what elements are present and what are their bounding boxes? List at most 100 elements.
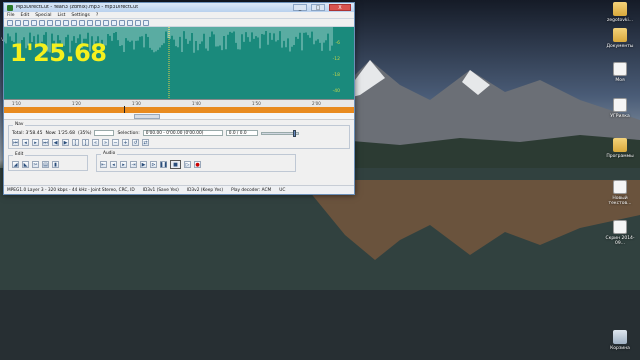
- menu-help[interactable]: ?: [96, 13, 98, 18]
- folder-icon: [613, 2, 627, 16]
- play-begin-button[interactable]: ⇤: [100, 161, 107, 168]
- forward-button[interactable]: ▸: [32, 139, 39, 146]
- go-end-button[interactable]: ⏭: [42, 139, 49, 146]
- title-bar[interactable]: Mp3DirectCut - Yeah3 (zdmix).mp3 - mp3Di…: [4, 3, 354, 12]
- cue-icon[interactable]: [55, 19, 61, 26]
- uc-status: UC: [279, 187, 286, 193]
- menu-edit[interactable]: Edit: [21, 13, 30, 18]
- loop-button[interactable]: ↺: [132, 139, 139, 146]
- fade-in-icon[interactable]: [71, 19, 77, 26]
- menu-list[interactable]: List: [57, 13, 65, 18]
- play-end-button[interactable]: ⇥: [130, 161, 137, 168]
- audio-group: Audio ⇤ ◂ ▸ ⇥ ▶ ⊳ ❚❚ ■ ▷ ●: [96, 151, 296, 172]
- format-info: MPEG1.0 Layer 3 - 320 kbps - 44 kHz - Jo…: [7, 187, 135, 193]
- go-start-button[interactable]: ⏮: [12, 139, 19, 146]
- back-button[interactable]: ◂: [22, 139, 29, 146]
- ruler-tick-label: 2'00: [312, 101, 321, 106]
- paste-icon[interactable]: [39, 19, 45, 26]
- volume-icon[interactable]: [135, 19, 141, 26]
- play-button[interactable]: ▷: [184, 161, 191, 168]
- zoom-in-icon[interactable]: [87, 19, 93, 26]
- select-icon[interactable]: [127, 19, 133, 26]
- id3v2-status: ID3v2 (Keep Yes): [186, 187, 224, 193]
- selection-ratio-field[interactable]: 0.0 / 0.0: [225, 130, 258, 136]
- menu-special[interactable]: Special: [35, 13, 51, 18]
- desktop-icon-screenshot[interactable]: Скрин 2014-09...: [602, 220, 638, 246]
- undo-icon[interactable]: [47, 19, 53, 26]
- decoder-status: Play decoder: ACM: [231, 187, 272, 193]
- sync-button[interactable]: ⇄: [142, 139, 149, 146]
- control-panel: Nav Total: 3'58.45 Now: 1'25.68 (35%) Se…: [4, 120, 354, 174]
- waveform-view[interactable]: 1'25.68 -6 -12 -18 -40: [4, 27, 354, 99]
- folder-icon: [613, 28, 627, 42]
- image-file-icon: [613, 220, 627, 234]
- nav-input[interactable]: [94, 130, 115, 136]
- maximize-button[interactable]: □: [311, 4, 325, 11]
- menu-bar: File Edit Special List Settings ?: [4, 12, 354, 19]
- ruler-tick-label: 1'50: [252, 101, 261, 106]
- desktop-icon-my[interactable]: Моя: [602, 62, 638, 83]
- jump-end-button[interactable]: »: [102, 139, 109, 146]
- nav-slider[interactable]: [260, 129, 299, 137]
- ruler-tick-label: 1'30: [132, 101, 141, 106]
- position-percent: (35%): [77, 130, 92, 136]
- horizontal-scrollbar[interactable]: [4, 113, 354, 120]
- nav-group: Nav Total: 3'58.45 Now: 1'25.68 (35%) Se…: [8, 122, 350, 149]
- normalize-icon[interactable]: [63, 19, 69, 26]
- window-title: Mp3DirectCut - Yeah3 (zdmix).mp3 - mp3Di…: [16, 5, 139, 10]
- zoom-out-icon[interactable]: [95, 19, 101, 26]
- scroll-thumb[interactable]: [134, 114, 160, 119]
- prev-cue-button[interactable]: ◀: [52, 139, 59, 146]
- play-next-button[interactable]: ▸: [120, 161, 127, 168]
- menu-file[interactable]: File: [7, 13, 15, 18]
- app-icon: [7, 4, 13, 11]
- desktop-icon-new-text[interactable]: Новый текстов...: [602, 180, 638, 206]
- edit-group-label: Edit: [13, 152, 26, 157]
- desktop-icon-documents[interactable]: Документы: [602, 28, 638, 49]
- nav-slider-knob[interactable]: [292, 129, 296, 137]
- mp3directcut-window[interactable]: Mp3DirectCut - Yeah3 (zdmix).mp3 - mp3Di…: [3, 2, 355, 195]
- jump-begin-button[interactable]: «: [92, 139, 99, 146]
- selection-label: Selection:: [117, 130, 140, 136]
- set-begin-button[interactable]: [: [72, 139, 79, 146]
- pause-icon[interactable]: [103, 19, 109, 26]
- menu-settings[interactable]: Settings: [71, 13, 89, 18]
- ruler-tick-label: 1'10: [12, 101, 21, 106]
- fade-in-button[interactable]: ◢: [12, 161, 19, 168]
- minimize-button[interactable]: _: [293, 4, 307, 11]
- stop-button[interactable]: ■: [170, 160, 181, 169]
- desktop-icon-ugrilka[interactable]: УГРилка: [602, 98, 638, 119]
- save-icon[interactable]: [15, 19, 21, 26]
- audio-group-label: Audio: [101, 151, 118, 156]
- split-icon[interactable]: [111, 19, 117, 26]
- next-cue-button[interactable]: ▶: [62, 139, 69, 146]
- ruler-tick-label: 1'20: [72, 101, 81, 106]
- selection-range-field[interactable]: 0'00.00 - 0'00.00 (0'00.00): [142, 130, 223, 136]
- zoom-in-button[interactable]: +: [122, 139, 129, 146]
- cut-icon[interactable]: [23, 19, 29, 26]
- record-button[interactable]: ●: [194, 161, 201, 168]
- play-prev-button[interactable]: ◂: [110, 161, 117, 168]
- cut-button[interactable]: ✂: [32, 161, 39, 168]
- file-icon: [613, 62, 627, 76]
- volume-button[interactable]: ▤: [42, 161, 49, 168]
- copy-icon[interactable]: [31, 19, 37, 26]
- edit-group: Edit ◢ ◣ ✂ ▤ ▮: [8, 152, 88, 171]
- desktop-icon-recycle-bin[interactable]: Корзина: [602, 330, 638, 351]
- id3-tag-icon[interactable]: [143, 19, 149, 26]
- marker-icon[interactable]: [119, 19, 125, 26]
- close-button[interactable]: X: [329, 4, 351, 11]
- play-cut-button[interactable]: ⊳: [150, 161, 157, 168]
- open-icon[interactable]: [7, 19, 13, 26]
- zoom-out-button[interactable]: −: [112, 139, 119, 146]
- fade-out-icon[interactable]: [79, 19, 85, 26]
- desktop-icon-programs[interactable]: Программы: [602, 138, 638, 159]
- pause-button[interactable]: ❚❚: [159, 161, 168, 168]
- db-label: -12: [332, 57, 340, 62]
- play-sel-button[interactable]: ▶: [140, 161, 147, 168]
- desktop-icon-zegotovki[interactable]: zegotovki...: [602, 2, 638, 23]
- mark-button[interactable]: ▮: [52, 161, 59, 168]
- fade-out-button[interactable]: ◣: [22, 161, 29, 168]
- set-end-button[interactable]: ]: [82, 139, 89, 146]
- recycle-bin-icon: [613, 330, 627, 344]
